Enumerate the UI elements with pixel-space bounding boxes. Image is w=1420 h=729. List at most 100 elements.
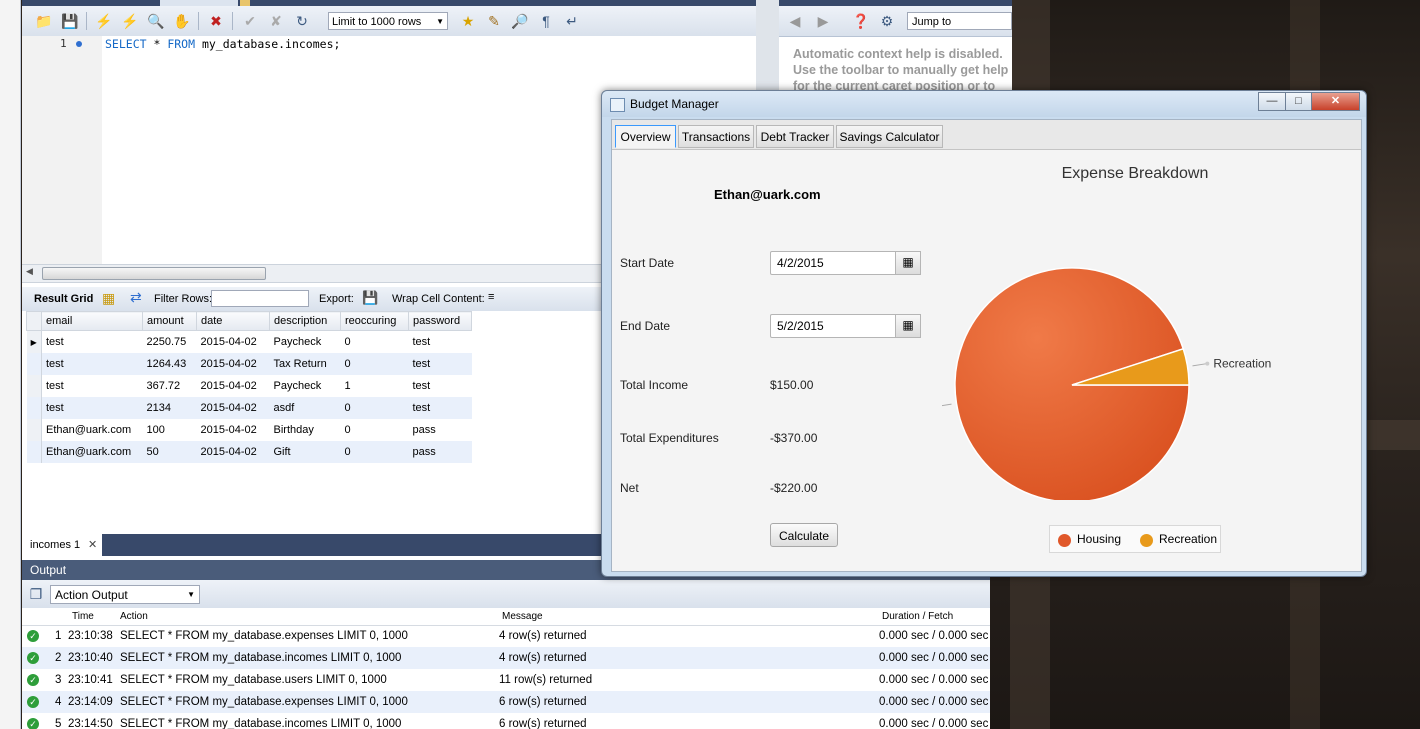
cell-password[interactable]: test <box>408 397 472 419</box>
log-row[interactable]: ✓ 3 23:10:41 SELECT * FROM my_database.u… <box>22 669 990 691</box>
rollback-icon[interactable]: ✘ <box>266 11 286 31</box>
auto-help-icon[interactable]: ⚙ <box>877 11 897 31</box>
log-row[interactable]: ✓ 4 23:14:09 SELECT * FROM my_database.e… <box>22 691 990 713</box>
toggle-error-icon[interactable]: ✖ <box>206 11 226 31</box>
cell-password[interactable]: test <box>409 331 472 354</box>
bookmark-star-icon[interactable]: ★ <box>458 11 478 31</box>
result-tab[interactable]: incomes 1 ✕ <box>22 534 102 556</box>
cell-description[interactable]: Birthday <box>270 419 341 441</box>
table-row[interactable]: Ethan@uark.com 100 2015-04-02 Birthday 0… <box>26 419 472 441</box>
cell-description[interactable]: Paycheck <box>270 375 341 397</box>
beautify-broom-icon[interactable]: ✎ <box>484 11 504 31</box>
wrap-cell-icon[interactable]: ≡ <box>488 291 494 303</box>
table-row[interactable]: test 1264.43 2015-04-02 Tax Return 0 tes… <box>26 353 472 375</box>
table-row[interactable]: test 367.72 2015-04-02 Paycheck 1 test <box>26 375 472 397</box>
log-row[interactable]: ✓ 1 23:10:38 SELECT * FROM my_database.e… <box>22 625 990 647</box>
cell-reoccuring[interactable]: 0 <box>340 397 409 419</box>
limit-rows-select[interactable]: Limit to 1000 rows ▼ <box>328 12 448 30</box>
cell-password[interactable]: pass <box>408 441 472 463</box>
column-header[interactable]: email <box>41 311 143 331</box>
log-time: 23:10:41 <box>68 674 113 686</box>
stop-icon[interactable]: ✋ <box>172 11 192 31</box>
scrollbar-thumb[interactable] <box>42 267 266 280</box>
jump-to-input[interactable]: Jump to <box>907 12 1012 30</box>
column-header[interactable]: amount <box>142 311 197 331</box>
save-icon[interactable]: 💾 <box>60 11 80 31</box>
log-row[interactable]: ✓ 5 23:14:50 SELECT * FROM my_database.i… <box>22 713 990 729</box>
export-icon[interactable]: 💾 <box>362 290 378 306</box>
calendar-icon[interactable]: ▦ <box>895 251 921 275</box>
tab-overview[interactable]: Overview <box>615 125 676 148</box>
scroll-left-icon[interactable]: ◀ <box>26 266 33 277</box>
cell-password[interactable]: test <box>408 353 472 375</box>
cell-email[interactable]: test <box>42 331 143 354</box>
sql-statement[interactable]: SELECT * FROM my_database.incomes; <box>105 36 340 52</box>
cell-email[interactable]: Ethan@uark.com <box>41 441 143 463</box>
manual-help-icon[interactable]: ❓ <box>851 11 871 31</box>
maximize-icon[interactable]: □ <box>1285 92 1312 111</box>
cell-date[interactable]: 2015-04-02 <box>196 397 270 419</box>
table-row[interactable]: Ethan@uark.com 50 2015-04-02 Gift 0 pass <box>26 441 472 463</box>
cell-amount[interactable]: 2134 <box>142 397 197 419</box>
grid-view-icon[interactable]: ▦ <box>102 290 115 307</box>
cell-email[interactable]: test <box>42 375 143 397</box>
autocommit-icon[interactable]: ↻ <box>292 11 312 31</box>
column-header[interactable]: description <box>269 311 341 331</box>
cell-date[interactable]: 2015-04-02 <box>197 331 270 354</box>
cell-amount[interactable]: 1264.43 <box>142 353 197 375</box>
tab-transactions[interactable]: Transactions <box>678 125 754 148</box>
cell-date[interactable]: 2015-04-02 <box>196 353 270 375</box>
cell-description[interactable]: Tax Return <box>269 353 341 375</box>
invisible-chars-icon[interactable]: ¶ <box>536 11 556 31</box>
cell-reoccuring[interactable]: 1 <box>341 375 409 397</box>
back-arrow-icon[interactable]: ◀ <box>785 11 805 31</box>
column-header[interactable]: date <box>196 311 270 331</box>
cell-description[interactable]: asdf <box>269 397 341 419</box>
explain-icon[interactable]: 🔍 <box>146 11 166 31</box>
table-row[interactable]: test 2134 2015-04-02 asdf 0 test <box>26 397 472 419</box>
sql-keyword-from: FROM <box>167 37 196 51</box>
cell-date[interactable]: 2015-04-02 <box>196 441 270 463</box>
open-folder-icon[interactable]: 📁 <box>34 11 54 31</box>
execute-icon[interactable]: ⚡ <box>94 11 114 31</box>
cell-email[interactable]: test <box>41 353 143 375</box>
calculate-button[interactable]: Calculate <box>770 523 838 547</box>
column-header[interactable]: reoccuring <box>340 311 409 331</box>
tab-savings-calculator[interactable]: Savings Calculator <box>836 125 943 148</box>
cell-amount[interactable]: 2250.75 <box>143 331 197 354</box>
output-type-select[interactable]: Action Output ▼ <box>50 585 200 604</box>
cell-password[interactable]: pass <box>409 419 472 441</box>
cell-description[interactable]: Gift <box>269 441 341 463</box>
cell-password[interactable]: test <box>409 375 472 397</box>
tab-debt-tracker[interactable]: Debt Tracker <box>756 125 834 148</box>
execute-current-icon[interactable]: ⚡ <box>120 11 140 31</box>
cell-email[interactable]: test <box>41 397 143 419</box>
close-icon[interactable]: ✕ <box>1311 92 1360 111</box>
cell-amount[interactable]: 100 <box>143 419 197 441</box>
column-header[interactable]: password <box>408 311 472 331</box>
copy-icon[interactable]: ❐ <box>26 584 46 604</box>
cell-reoccuring[interactable]: 0 <box>340 353 409 375</box>
word-wrap-icon[interactable]: ↵ <box>562 11 582 31</box>
close-icon[interactable]: ✕ <box>88 534 97 556</box>
forward-arrow-icon[interactable]: ▶ <box>813 11 833 31</box>
cell-reoccuring[interactable]: 0 <box>340 441 409 463</box>
cell-amount[interactable]: 50 <box>142 441 197 463</box>
cell-email[interactable]: Ethan@uark.com <box>42 419 143 441</box>
cell-reoccuring[interactable]: 0 <box>341 331 409 354</box>
find-icon[interactable]: 🔎 <box>510 11 530 31</box>
cell-description[interactable]: Paycheck <box>270 331 341 354</box>
log-row[interactable]: ✓ 2 23:10:40 SELECT * FROM my_database.i… <box>22 647 990 669</box>
cell-reoccuring[interactable]: 0 <box>341 419 409 441</box>
filter-rows-input[interactable] <box>211 290 309 307</box>
result-grid-label[interactable]: Result Grid <box>34 293 93 305</box>
minimize-icon[interactable]: — <box>1258 92 1286 111</box>
refresh-icon[interactable]: ⇄ <box>130 289 142 306</box>
cell-date[interactable]: 2015-04-02 <box>197 419 270 441</box>
calendar-icon[interactable]: ▦ <box>895 314 921 338</box>
cell-date[interactable]: 2015-04-02 <box>197 375 270 397</box>
window-titlebar[interactable]: Budget Manager — □ ✕ <box>602 91 1366 117</box>
cell-amount[interactable]: 367.72 <box>143 375 197 397</box>
table-row[interactable]: ▶ test 2250.75 2015-04-02 Paycheck 0 tes… <box>26 330 472 354</box>
commit-icon[interactable]: ✔ <box>240 11 260 31</box>
